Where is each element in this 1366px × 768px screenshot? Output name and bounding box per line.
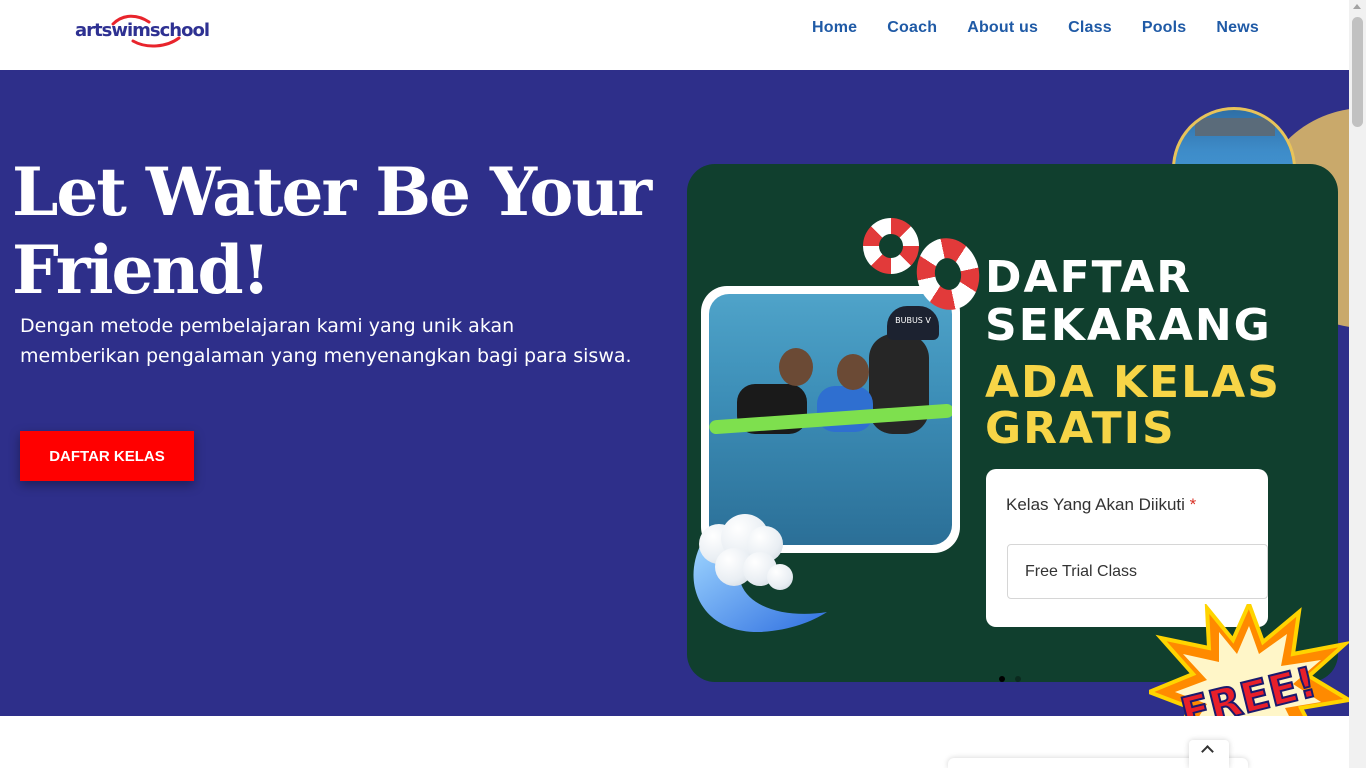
slider-dot[interactable] bbox=[999, 676, 1005, 682]
site-logo[interactable]: artswimschool bbox=[75, 14, 210, 48]
promo-title: DAFTAR SEKARANG bbox=[985, 252, 1272, 351]
nav-about-us[interactable]: About us bbox=[967, 19, 1038, 37]
hero-title: Let Water Be Your Friend! bbox=[12, 153, 652, 309]
hero-description: Dengan metode pembelajaran kami yang uni… bbox=[20, 315, 632, 367]
slider-dot[interactable] bbox=[1015, 676, 1021, 682]
site-header: artswimschool Home Coach About us Class … bbox=[0, 0, 1349, 70]
page-scrollbar[interactable] bbox=[1349, 0, 1366, 768]
promo-slider[interactable]: BUBUS V DAFTAR SEKARANG ADA KELAS GRATIS bbox=[687, 164, 1349, 716]
class-select[interactable]: Free Trial Class bbox=[1007, 544, 1268, 599]
nav-class[interactable]: Class bbox=[1068, 19, 1112, 37]
cap-print: BUBUS V bbox=[887, 306, 939, 340]
back-to-top-icon bbox=[1201, 745, 1214, 758]
class-field-label: Kelas Yang Akan Diikuti * bbox=[1006, 495, 1197, 514]
back-to-top-button[interactable] bbox=[1189, 740, 1229, 768]
main-nav: Home Coach About us Class Pools News bbox=[812, 19, 1259, 37]
nav-news[interactable]: News bbox=[1216, 19, 1259, 37]
nav-pools[interactable]: Pools bbox=[1142, 19, 1187, 37]
swim-lesson-photo: BUBUS V bbox=[701, 286, 960, 553]
nav-coach[interactable]: Coach bbox=[887, 19, 937, 37]
daftar-kelas-button[interactable]: DAFTAR KELAS bbox=[20, 431, 194, 481]
hero-section: Let Water Be Your Friend! Dengan metode … bbox=[0, 70, 1349, 716]
slider-dots bbox=[999, 676, 1021, 682]
promo-subtitle: ADA KELAS GRATIS bbox=[985, 357, 1281, 454]
life-ring-icon bbox=[863, 218, 919, 274]
scrollbar-thumb[interactable] bbox=[1352, 17, 1363, 127]
nav-home[interactable]: Home bbox=[812, 19, 857, 37]
scroll-up-arrow-icon[interactable] bbox=[1353, 4, 1361, 9]
logo-text: artswimschool bbox=[75, 20, 210, 41]
free-badge: FREE! bbox=[1149, 604, 1349, 716]
